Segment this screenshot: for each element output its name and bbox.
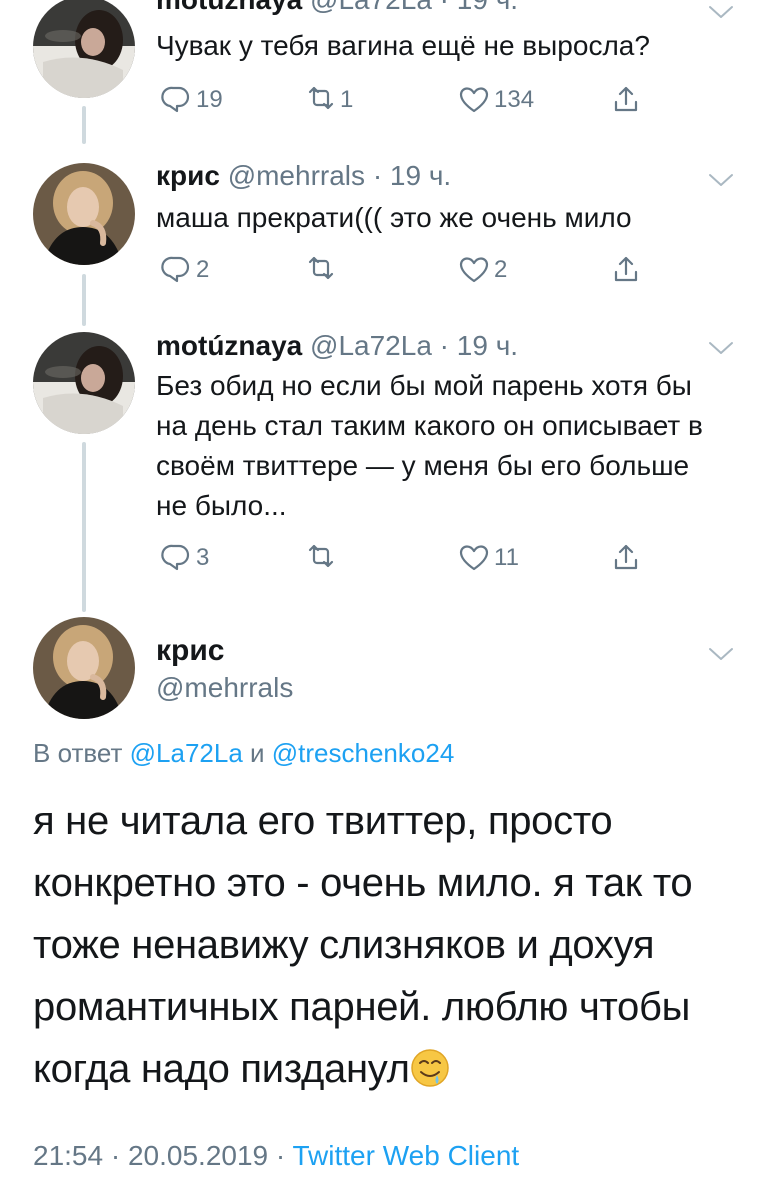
- like-button[interactable]: 134: [458, 80, 534, 120]
- reply-button[interactable]: 3: [160, 538, 209, 578]
- avatar[interactable]: [33, 0, 135, 98]
- author-handle[interactable]: @La72La: [310, 330, 432, 361]
- avatar[interactable]: [33, 332, 135, 434]
- retweet-button[interactable]: [304, 538, 340, 578]
- chevron-down-icon[interactable]: [708, 4, 734, 20]
- retweet-icon: [308, 86, 334, 110]
- retweet-count: 1: [340, 86, 354, 113]
- reply-button[interactable]: 2: [160, 250, 209, 290]
- chevron-down-icon[interactable]: [708, 646, 734, 662]
- main-tweet-text: я не читала его твиттер, просто конкретн…: [33, 790, 733, 1100]
- avatar[interactable]: [33, 163, 135, 265]
- reply-count: 2: [196, 256, 210, 283]
- separator: ·: [440, 0, 449, 15]
- reply-icon: [161, 86, 190, 113]
- tweet-2[interactable]: крис @mehrrals · 19 ч. маша прекрати((( …: [0, 150, 763, 326]
- thread-line: [82, 274, 86, 326]
- like-button[interactable]: 11: [458, 538, 519, 578]
- share-button[interactable]: [610, 538, 642, 578]
- tweet-source-link[interactable]: Twitter Web Client: [293, 1140, 520, 1171]
- reply-context: В ответ @La72La и @treschenko24: [33, 738, 454, 769]
- author-name[interactable]: крис: [156, 634, 224, 668]
- heart-icon: [459, 87, 489, 113]
- tweet-3[interactable]: motúznaya @La72La · 19 ч. Без обид но ес…: [0, 320, 763, 612]
- tweet-date[interactable]: 20.05.2019: [128, 1140, 268, 1171]
- tweet-actions: 3 11: [156, 538, 656, 578]
- heart-icon: [459, 257, 489, 283]
- share-icon: [614, 256, 638, 282]
- tweet-time[interactable]: 21:54: [33, 1140, 103, 1171]
- tweet-1[interactable]: motúznaya @La72La · 19 ч. Чувак у тебя в…: [0, 0, 763, 144]
- author-handle[interactable]: @mehrrals: [156, 672, 293, 704]
- retweet-icon: [308, 544, 334, 568]
- like-button[interactable]: 2: [458, 250, 507, 290]
- reply-user-link[interactable]: @treschenko24: [272, 738, 455, 768]
- chevron-down-icon[interactable]: [708, 340, 734, 356]
- tweet-time[interactable]: 19 ч.: [457, 0, 518, 15]
- author-name[interactable]: motúznaya: [156, 330, 302, 361]
- reply-icon: [161, 544, 190, 571]
- share-icon: [614, 544, 638, 570]
- author-name[interactable]: motúznaya: [156, 0, 302, 15]
- avatar[interactable]: [33, 617, 135, 719]
- like-count: 11: [494, 544, 519, 571]
- reply-count: 19: [196, 86, 223, 113]
- retweet-button[interactable]: 1: [304, 80, 353, 120]
- like-count: 2: [494, 256, 508, 283]
- tweet-actions: 2 2: [156, 250, 656, 290]
- main-tweet-body: я не читала его твиттер, просто конкретн…: [33, 799, 693, 1091]
- reply-user-link[interactable]: @La72La: [130, 738, 243, 768]
- thread-line: [82, 106, 86, 144]
- chevron-down-icon[interactable]: [708, 172, 734, 188]
- tweet-header: крис @mehrrals · 19 ч.: [156, 160, 451, 192]
- tweet-text: маша прекрати((( это же очень мило: [156, 202, 632, 233]
- author-handle[interactable]: @mehrrals: [228, 160, 365, 191]
- author-name[interactable]: крис: [156, 160, 220, 191]
- share-button[interactable]: [610, 80, 642, 120]
- retweet-button[interactable]: [304, 250, 340, 290]
- share-icon: [614, 86, 638, 112]
- heart-icon: [459, 545, 489, 571]
- reply-icon: [161, 256, 190, 283]
- tweet-meta-footer: 21:54 · 20.05.2019 · Twitter Web Client: [33, 1140, 519, 1172]
- reply-count: 3: [196, 544, 210, 571]
- thread-line: [82, 442, 86, 612]
- retweet-icon: [308, 256, 334, 280]
- separator: ·: [372, 160, 383, 191]
- drooling-face-icon: [410, 1049, 449, 1087]
- tweet-text: Без обид но если бы мой парень хотя бы н…: [156, 370, 703, 521]
- reply-prefix: В ответ: [33, 738, 123, 768]
- separator: ·: [275, 1140, 286, 1171]
- separator: ·: [439, 330, 449, 361]
- tweet-header: motúznaya @La72La · 19 ч.: [156, 330, 518, 362]
- separator: ·: [110, 1140, 121, 1171]
- share-button[interactable]: [610, 250, 642, 290]
- tweet-text: Чувак у тебя вагина ещё не выросла?: [156, 30, 650, 61]
- reply-button[interactable]: 19: [160, 80, 223, 120]
- tweet-time[interactable]: 19 ч.: [457, 330, 518, 361]
- tweet-actions: 19 1 134: [156, 80, 656, 120]
- author-handle[interactable]: @La72La: [310, 0, 432, 15]
- tweet-header: motúznaya @La72La · 19 ч.: [156, 0, 518, 16]
- reply-and: и: [250, 738, 265, 768]
- like-count: 134: [494, 86, 535, 113]
- tweet-time[interactable]: 19 ч.: [390, 160, 451, 191]
